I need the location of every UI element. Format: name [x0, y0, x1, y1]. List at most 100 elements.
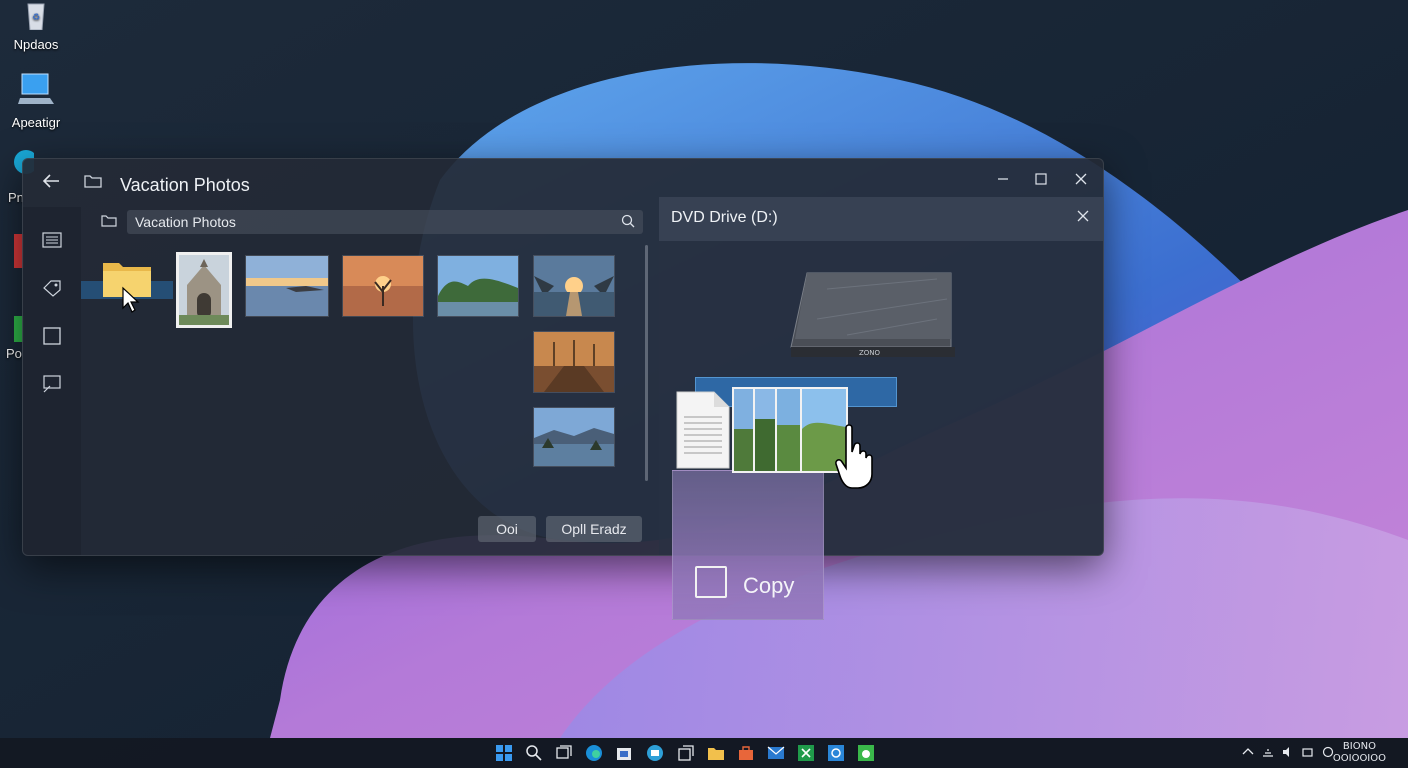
recycle-bin-icon: ♻ — [27, 3, 45, 31]
taskbar-search-button[interactable] — [524, 743, 544, 763]
file-view[interactable] — [81, 247, 647, 555]
file-explorer-window[interactable]: Vacation Photos Vacation Photos Ooi Opll… — [22, 158, 1104, 556]
desktop-icon-computer[interactable]: Apeatigr — [4, 72, 68, 130]
photo-thumbnail[interactable] — [533, 255, 615, 317]
maximize-button[interactable] — [1023, 165, 1059, 193]
rail-item-list[interactable] — [39, 227, 65, 253]
photo-thumbnail[interactable] — [533, 407, 615, 467]
photo-chapel — [179, 255, 229, 325]
rail-item-screen[interactable] — [39, 371, 65, 397]
search-icon[interactable] — [621, 214, 635, 228]
close-button[interactable] — [1063, 165, 1099, 193]
rail-item-tag[interactable] — [39, 275, 65, 301]
desktop-icon-label: Apeatigr — [11, 115, 61, 130]
desktop-icon-red-app[interactable] — [4, 232, 24, 273]
search-icon — [526, 745, 542, 761]
taskbar-explorer-button[interactable] — [706, 743, 726, 763]
desktop-icon-recycle[interactable]: ♻ Npdaos — [4, 0, 68, 52]
photo-thumbnail[interactable] — [176, 252, 232, 328]
taskbar-excel-button[interactable] — [796, 743, 816, 763]
explorer-icon — [708, 748, 724, 760]
photo-sunset-forest — [534, 256, 614, 316]
arrow-left-icon — [42, 174, 59, 188]
tag-icon — [43, 280, 61, 297]
photo-thumbnail[interactable] — [342, 255, 424, 317]
desktop-icon-label: Npdaos — [13, 37, 59, 52]
photo-tree-sunset — [343, 256, 423, 316]
widgets-icon — [678, 745, 694, 761]
list-icon — [42, 232, 62, 248]
outlook-icon — [828, 745, 844, 761]
start-icon — [496, 745, 512, 761]
photo-forest-lake — [438, 256, 518, 316]
open-button[interactable]: Ooi — [478, 516, 536, 542]
maximize-icon — [1035, 173, 1047, 185]
address-bar[interactable]: Vacation Photos — [127, 210, 643, 234]
mail-icon — [767, 746, 785, 759]
back-button[interactable] — [35, 165, 67, 197]
photo-pier-sunset — [534, 332, 614, 392]
dvd-pane-header: DVD Drive (D:) — [659, 197, 1103, 241]
volume-icon[interactable] — [1282, 746, 1294, 758]
photo-mountain-lake — [534, 408, 614, 466]
address-text: Vacation Photos — [135, 214, 236, 230]
folder-outline-icon — [84, 175, 102, 188]
desktop-icon-green-app[interactable]: Po — [4, 316, 24, 361]
document-icon — [676, 391, 730, 469]
network-icon[interactable] — [1262, 746, 1274, 758]
excel-icon — [798, 745, 814, 761]
shop-icon — [739, 746, 753, 760]
photo-thumbnail[interactable] — [533, 331, 615, 393]
open-as-button[interactable]: Opll Eradz — [546, 516, 642, 542]
taskbar-outlook-button[interactable] — [826, 743, 846, 763]
edge-icon — [586, 745, 602, 761]
screen-icon — [43, 375, 61, 393]
photo-thumbnail[interactable] — [245, 255, 329, 317]
teams-icon — [647, 745, 663, 761]
chevron-up-icon[interactable] — [1242, 746, 1254, 756]
close-icon — [1077, 210, 1089, 222]
photo-thumbnail[interactable] — [437, 255, 519, 317]
copy-checkbox — [695, 566, 727, 598]
dvd-device-label: ZONO — [859, 349, 881, 357]
dvd-pane-close-button[interactable] — [1077, 209, 1089, 226]
monitor-icon — [18, 73, 54, 104]
close-icon — [1075, 173, 1087, 185]
navigation-rail — [23, 207, 81, 555]
taskbar: BIONO OOIOOIOO — [0, 738, 1408, 768]
app-green-icon — [858, 745, 874, 761]
taskbar-green-app-button[interactable] — [856, 743, 876, 763]
taskbar-teams-button[interactable] — [645, 743, 665, 763]
store-icon — [617, 748, 631, 760]
taskbar-edge-button[interactable] — [584, 743, 604, 763]
task-view-icon — [556, 745, 572, 759]
minimize-button[interactable] — [985, 165, 1021, 193]
rail-item-square[interactable] — [39, 323, 65, 349]
minimize-icon — [998, 178, 1008, 180]
taskbar-clock[interactable]: BIONO OOIOOIOO — [1333, 741, 1386, 765]
arrow-cursor-icon — [122, 286, 140, 313]
dvd-drive-icon: ZONO — [790, 272, 955, 357]
square-icon — [43, 327, 61, 345]
folder-nav-button[interactable] — [77, 165, 109, 197]
taskbar-start-button[interactable] — [494, 743, 514, 763]
clock-date: OOIOOIOO — [1332, 753, 1386, 764]
dvd-pane-title: DVD Drive (D:) — [671, 209, 778, 226]
window-title: Vacation Photos — [120, 175, 250, 195]
battery-icon[interactable] — [1302, 746, 1314, 758]
app-icon — [14, 316, 24, 342]
hand-cursor-icon — [835, 424, 873, 489]
desktop-icon-label: Po — [6, 346, 22, 361]
copy-label: Copy — [743, 573, 795, 598]
clock-time: BIONO — [1342, 741, 1376, 752]
photo-lake-sunset — [246, 256, 328, 316]
taskbar-shop-button[interactable] — [736, 743, 756, 763]
taskbar-widgets-button[interactable] — [676, 743, 696, 763]
vertical-scrollbar[interactable] — [645, 245, 648, 481]
app-red-icon — [14, 234, 24, 268]
taskbar-store-button[interactable] — [614, 743, 634, 763]
address-folder-icon — [101, 215, 117, 227]
taskbar-taskview-button[interactable] — [554, 743, 574, 763]
taskbar-mail-button[interactable] — [766, 743, 786, 763]
svg-text:♻: ♻ — [32, 13, 40, 23]
